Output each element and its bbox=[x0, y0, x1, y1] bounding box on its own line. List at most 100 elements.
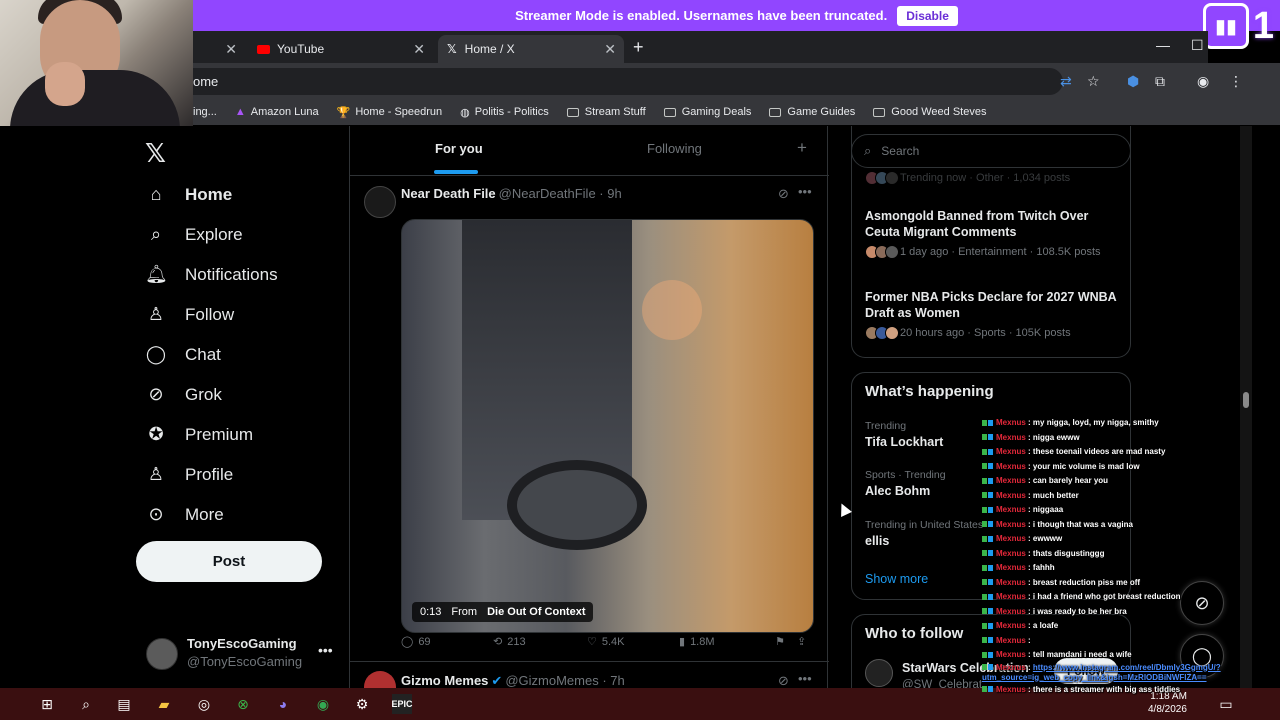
bookmark-folder-stream-stuff[interactable]: Stream Stuff bbox=[566, 106, 646, 118]
bookmark-item[interactable]: ing... bbox=[193, 106, 217, 118]
trend-item[interactable]: Trending in United States ellis bbox=[865, 519, 983, 548]
add-feed-icon[interactable]: + bbox=[797, 138, 807, 158]
avatar[interactable] bbox=[364, 186, 396, 218]
sub-badge-icon bbox=[988, 686, 993, 693]
bookmark-folder-good-weed-steves[interactable]: Good Weed Steves bbox=[873, 106, 986, 118]
views-button[interactable]: ▮ 1.8M bbox=[679, 635, 775, 649]
news-item[interactable]: Asmongold Banned from Twitch Over Ceuta … bbox=[865, 208, 1125, 259]
nav-explore[interactable]: ⌕ Explore bbox=[145, 224, 243, 245]
menu-kebab-icon[interactable]: ⋮ bbox=[1229, 73, 1245, 89]
folder-icon bbox=[663, 107, 676, 117]
chat-text: i was ready to be her bra bbox=[1032, 606, 1127, 616]
address-bar[interactable]: ome bbox=[193, 68, 1063, 95]
more-dots-icon[interactable]: ••• bbox=[318, 642, 333, 658]
chat-text: i though that was a vagina bbox=[1032, 519, 1133, 529]
avatar[interactable] bbox=[865, 659, 893, 687]
tweet-video[interactable]: 0:13 From Die Out Of Context bbox=[401, 219, 814, 633]
like-button[interactable]: ♡ 5.4K bbox=[587, 635, 679, 649]
close-tab-icon[interactable]: ✕ bbox=[604, 41, 616, 58]
nav-notifications[interactable]: 🔔︎ Notifications bbox=[145, 264, 278, 285]
close-tab-icon[interactable]: ✕ bbox=[413, 41, 425, 58]
chat-text: niggaaa bbox=[1032, 505, 1064, 514]
close-tab-icon[interactable]: ✕ bbox=[225, 41, 237, 58]
sub-badge-icon bbox=[988, 506, 993, 513]
show-more-link[interactable]: Show more bbox=[865, 572, 928, 586]
nav-home[interactable]: ⌂ Home bbox=[145, 184, 233, 205]
chat-text: your mic volume is mad low bbox=[1032, 461, 1140, 471]
chrome-icon[interactable]: ◉ bbox=[313, 694, 333, 714]
minimize-window-button[interactable]: — bbox=[1156, 37, 1170, 53]
epic-games-icon[interactable]: EPIC bbox=[392, 694, 413, 714]
chat-message: Mexnus : there is a streamer with big as… bbox=[982, 683, 1280, 698]
more-dots-icon[interactable]: ••• bbox=[798, 184, 812, 199]
more-dots-icon[interactable]: ••• bbox=[798, 671, 812, 686]
post-button[interactable]: Post bbox=[136, 541, 322, 582]
tab-for-you[interactable]: For you bbox=[435, 141, 483, 156]
extensions-puzzle-icon[interactable]: ⧉ bbox=[1155, 73, 1171, 89]
chat-text: much better bbox=[1032, 490, 1079, 500]
nav-more[interactable]: ⊙ More bbox=[145, 504, 223, 525]
reply-button[interactable]: ◯ 69 bbox=[401, 635, 493, 649]
avatar[interactable] bbox=[364, 671, 396, 688]
extension-icon[interactable]: ⬢ bbox=[1127, 73, 1143, 89]
grok-icon[interactable]: ⊘ bbox=[778, 673, 789, 688]
news-meta: 1 day ago · Entertainment · 108.5K posts bbox=[865, 245, 1125, 259]
stream-chat-overlay: Mexnus : my nigga, loyd, my nigga, smith… bbox=[982, 416, 1280, 697]
notifications-icon[interactable]: ▭ bbox=[1216, 694, 1236, 714]
tweet[interactable]: Gizmo Memes ✔ @GizmoMemes · 7h ⊘ ••• bbox=[350, 669, 829, 688]
bookmark-folder-game-guides[interactable]: Game Guides bbox=[769, 106, 855, 118]
news-item[interactable]: Former NBA Picks Declare for 2027 WNBA D… bbox=[865, 289, 1125, 340]
bookmark-amazon-luna[interactable]: ▲ Amazon Luna bbox=[235, 106, 319, 118]
account-switcher[interactable]: TonyEscoGaming @TonyEscoGaming ••• bbox=[146, 636, 336, 676]
scrollbar-thumb[interactable] bbox=[1243, 392, 1249, 408]
home-icon: ⌂ bbox=[150, 184, 162, 204]
tab-youtube[interactable]: YouTube ✕ bbox=[253, 35, 433, 63]
share-icon[interactable]: ⇪ bbox=[797, 635, 806, 648]
settings-gear-icon[interactable]: ⚙ bbox=[352, 694, 372, 714]
tweet-actions: ◯ 69 ⟲ 213 ♡ 5.4K ▮ 1.8M ⚑ ⇪ bbox=[401, 635, 814, 649]
video-source: Die Out Of Context bbox=[487, 606, 586, 618]
twitch-logo-icon: ▮▮ bbox=[1202, 3, 1249, 49]
grok-icon[interactable]: ⊘ bbox=[778, 186, 789, 202]
nav-premium[interactable]: ✪ Premium bbox=[145, 424, 253, 445]
tweet[interactable]: Near Death File @NearDeathFile · 9h ⊘ •••… bbox=[350, 184, 829, 654]
nav-profile[interactable]: ♙ Profile bbox=[145, 464, 233, 485]
nav-grok[interactable]: ⊘ Grok bbox=[145, 384, 221, 405]
bookmark-star-icon[interactable]: ☆ bbox=[1087, 73, 1103, 89]
tweet-author[interactable]: Gizmo Memes ✔ @GizmoMemes · 7h bbox=[401, 673, 625, 688]
chat-message: Mexnus : these toenail videos are mad na… bbox=[982, 445, 1280, 460]
tab-following[interactable]: Following bbox=[647, 141, 702, 156]
windows-start-icon[interactable]: ⊞ bbox=[37, 694, 57, 714]
xbox-icon[interactable]: ⊗ bbox=[233, 694, 253, 714]
file-explorer-icon[interactable]: ▰ bbox=[154, 694, 174, 714]
suggestion-handle: @SW_Celebrat bbox=[902, 679, 983, 688]
repost-button[interactable]: ⟲ 213 bbox=[493, 635, 587, 649]
tab-home-x[interactable]: 𝕏 Home / X ✕ bbox=[438, 35, 624, 63]
bookmark-icon[interactable]: ⚑ bbox=[775, 635, 797, 648]
discord-icon[interactable]: ◕ bbox=[273, 694, 293, 714]
mod-badge-icon bbox=[982, 637, 987, 644]
new-tab-button[interactable]: + bbox=[633, 37, 644, 58]
task-view-icon[interactable]: ▤ bbox=[114, 694, 134, 714]
search-icon[interactable]: ⌕ bbox=[76, 694, 96, 714]
bookmark-folder-gaming-deals[interactable]: Gaming Deals bbox=[663, 106, 751, 118]
trend-item[interactable]: Sports · Trending Alec Bohm bbox=[865, 469, 946, 498]
mod-badge-icon bbox=[982, 622, 987, 629]
chat-text: tell mamdani i need a wife bbox=[1032, 650, 1132, 659]
trend-item[interactable]: Trending Tifa Lockhart bbox=[865, 420, 943, 449]
x-logo-icon[interactable]: 𝕏 bbox=[145, 138, 166, 169]
bookmark-speedrun[interactable]: 🏆 Home - Speedrun bbox=[337, 106, 443, 119]
chat-message: Mexnus : fahhh bbox=[982, 561, 1280, 576]
steam-icon[interactable]: ◎ bbox=[194, 694, 214, 714]
tweet-author[interactable]: Near Death File @NearDeathFile · 9h bbox=[401, 186, 622, 201]
disable-streamer-mode-button[interactable]: Disable bbox=[897, 5, 958, 26]
maximize-window-button[interactable]: ☐ bbox=[1191, 37, 1204, 54]
nav-chat[interactable]: ◯ Chat bbox=[145, 344, 221, 365]
tab-previous[interactable]: ✕ bbox=[193, 35, 245, 63]
translate-icon[interactable]: ⇄ bbox=[1060, 73, 1076, 89]
profile-avatar-icon[interactable]: ◉ bbox=[1197, 73, 1213, 89]
news-panel: Trending now · Other · 1,034 posts Asmon… bbox=[851, 126, 1131, 358]
nav-follow[interactable]: ♙ Follow bbox=[145, 304, 234, 325]
chat-message: Mexnus : ewwww bbox=[982, 532, 1280, 547]
bookmark-politics[interactable]: ◍ Politis - Politics bbox=[460, 106, 549, 119]
